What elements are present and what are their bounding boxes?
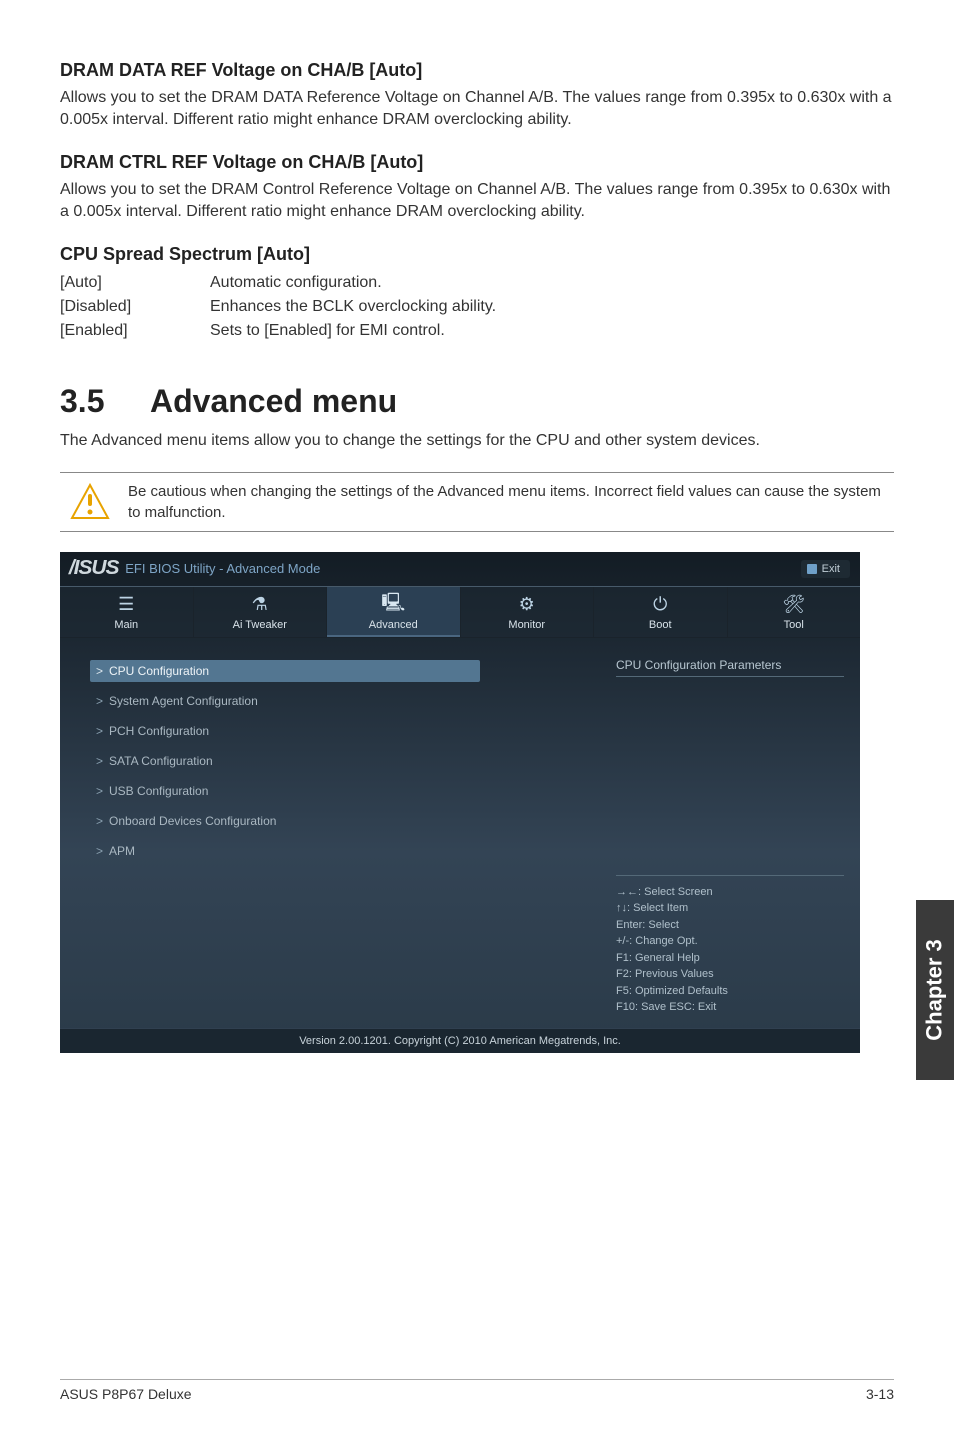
tab-monitor[interactable]: ⚙ Monitor bbox=[461, 587, 595, 637]
tab-label: Monitor bbox=[461, 619, 594, 631]
chapter-side-tab: Chapter 3 bbox=[916, 900, 954, 1080]
section-title: Advanced menu bbox=[150, 383, 397, 419]
help-key-line: →←: Select Screen bbox=[616, 884, 844, 901]
chevron-right-icon: > bbox=[96, 664, 103, 678]
option-desc: Automatic configuration. bbox=[210, 271, 894, 295]
menu-item-system-agent[interactable]: > System Agent Configuration bbox=[90, 690, 480, 712]
tab-label: Main bbox=[60, 619, 193, 631]
caution-note: Be cautious when changing the settings o… bbox=[60, 472, 894, 532]
option-label: [Enabled] bbox=[60, 319, 210, 343]
tab-label: Tool bbox=[728, 619, 861, 631]
footer-page-number: 3-13 bbox=[866, 1386, 894, 1402]
chevron-right-icon: > bbox=[96, 844, 103, 858]
monitor-icon: ⚙ bbox=[519, 594, 535, 615]
tweaker-icon: ⚗ bbox=[252, 594, 268, 615]
help-key-line: F1: General Help bbox=[616, 950, 844, 967]
menu-label: CPU Configuration bbox=[109, 664, 209, 678]
body-dram-data-ref: Allows you to set the DRAM DATA Referenc… bbox=[60, 87, 894, 132]
exit-icon bbox=[807, 564, 817, 574]
chevron-right-icon: > bbox=[96, 724, 103, 738]
option-row: [Enabled] Sets to [Enabled] for EMI cont… bbox=[60, 319, 894, 343]
menu-item-usb-config[interactable]: > USB Configuration bbox=[90, 780, 480, 802]
tab-tool[interactable]: 🛠 Tool bbox=[728, 587, 861, 637]
tab-main[interactable]: ☰ Main bbox=[60, 587, 194, 637]
menu-item-onboard-devices[interactable]: > Onboard Devices Configuration bbox=[90, 810, 480, 832]
chevron-right-icon: > bbox=[96, 814, 103, 828]
heading-cpu-spread: CPU Spread Spectrum [Auto] bbox=[60, 244, 894, 265]
bios-right-panel: CPU Configuration Parameters →←: Select … bbox=[600, 638, 860, 1028]
heading-advanced-menu: 3.5Advanced menu bbox=[60, 383, 894, 420]
tab-ai-tweaker[interactable]: ⚗ Ai Tweaker bbox=[194, 587, 328, 637]
body-dram-ctrl-ref: Allows you to set the DRAM Control Refer… bbox=[60, 179, 894, 224]
power-icon: ⏻ bbox=[653, 594, 667, 615]
exit-button[interactable]: Exit bbox=[801, 560, 850, 578]
footer-product: ASUS P8P67 Deluxe bbox=[60, 1386, 192, 1402]
tab-label: Advanced bbox=[327, 619, 460, 631]
help-key-line: +/-: Change Opt. bbox=[616, 933, 844, 950]
menu-item-apm[interactable]: > APM bbox=[90, 840, 480, 862]
chevron-right-icon: > bbox=[96, 694, 103, 708]
option-label: [Auto] bbox=[60, 271, 210, 295]
list-icon: ☰ bbox=[118, 594, 134, 615]
bios-title: EFI BIOS Utility - Advanced Mode bbox=[125, 561, 320, 576]
caution-text: Be cautious when changing the settings o… bbox=[120, 481, 894, 523]
option-label: [Disabled] bbox=[60, 295, 210, 319]
help-key-line: Enter: Select bbox=[616, 917, 844, 934]
section-number: 3.5 bbox=[60, 383, 150, 420]
option-desc: Sets to [Enabled] for EMI control. bbox=[210, 319, 894, 343]
bios-title-bar: /ISUS EFI BIOS Utility - Advanced Mode E… bbox=[60, 552, 860, 586]
help-key-line: ↑↓: Select Item bbox=[616, 900, 844, 917]
bios-screenshot: /ISUS EFI BIOS Utility - Advanced Mode E… bbox=[60, 552, 860, 1053]
option-desc: Enhances the BCLK overclocking ability. bbox=[210, 295, 894, 319]
help-key-line: F2: Previous Values bbox=[616, 966, 844, 983]
tab-advanced[interactable]: 🖳 Advanced bbox=[327, 587, 461, 637]
menu-item-sata-config[interactable]: > SATA Configuration bbox=[90, 750, 480, 772]
heading-dram-data-ref: DRAM DATA REF Voltage on CHA/B [Auto] bbox=[60, 60, 894, 81]
bios-menu-list: > CPU Configuration > System Agent Configu… bbox=[60, 638, 600, 1028]
menu-label: APM bbox=[109, 844, 135, 858]
caution-icon bbox=[60, 482, 120, 522]
tab-label: Ai Tweaker bbox=[194, 619, 327, 631]
exit-label: Exit bbox=[822, 563, 840, 575]
menu-label: Onboard Devices Configuration bbox=[109, 814, 276, 828]
page-footer: ASUS P8P67 Deluxe 3-13 bbox=[60, 1379, 894, 1402]
tab-label: Boot bbox=[594, 619, 727, 631]
menu-item-cpu-config[interactable]: > CPU Configuration bbox=[90, 660, 480, 682]
body-advanced-menu: The Advanced menu items allow you to cha… bbox=[60, 430, 894, 452]
option-row: [Auto] Automatic configuration. bbox=[60, 271, 894, 295]
help-key-line: F5: Optimized Defaults bbox=[616, 983, 844, 1000]
help-key-line: F10: Save ESC: Exit bbox=[616, 999, 844, 1016]
asus-logo: /ISUS bbox=[69, 557, 119, 580]
menu-item-pch-config[interactable]: > PCH Configuration bbox=[90, 720, 480, 742]
menu-label: USB Configuration bbox=[109, 784, 208, 798]
option-row: [Disabled] Enhances the BCLK overclockin… bbox=[60, 295, 894, 319]
menu-label: PCH Configuration bbox=[109, 724, 209, 738]
bios-tabs: ☰ Main ⚗ Ai Tweaker 🖳 Advanced ⚙ Monitor… bbox=[60, 586, 860, 638]
tab-boot[interactable]: ⏻ Boot bbox=[594, 587, 728, 637]
right-panel-header: CPU Configuration Parameters bbox=[616, 658, 844, 677]
menu-label: System Agent Configuration bbox=[109, 694, 258, 708]
heading-dram-ctrl-ref: DRAM CTRL REF Voltage on CHA/B [Auto] bbox=[60, 152, 894, 173]
help-keys: →←: Select Screen ↑↓: Select Item Enter:… bbox=[616, 884, 844, 1016]
advanced-icon: 🖳 bbox=[381, 590, 405, 620]
chevron-right-icon: > bbox=[96, 784, 103, 798]
tool-icon: 🛠 bbox=[782, 594, 805, 615]
chapter-label: Chapter 3 bbox=[922, 939, 948, 1040]
chevron-right-icon: > bbox=[96, 754, 103, 768]
bios-footer: Version 2.00.1201. Copyright (C) 2010 Am… bbox=[60, 1028, 860, 1053]
menu-label: SATA Configuration bbox=[109, 754, 213, 768]
